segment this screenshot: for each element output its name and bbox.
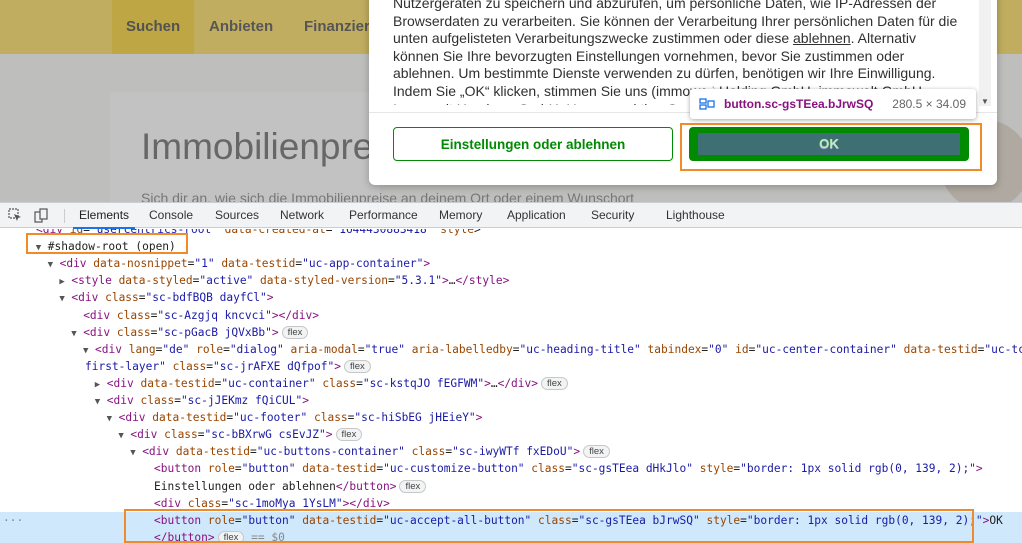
tab-lighthouse[interactable]: Lighthouse	[666, 203, 725, 228]
flex-badge[interactable]: flex	[344, 359, 371, 373]
dom-node[interactable]: <div class="sc-Azgjq kncvci"></div>	[0, 307, 1022, 324]
dom-node-selected[interactable]: <button role="button" data-testid="uc-ac…	[0, 511, 1022, 529]
dom-node[interactable]: ▼ <div lang="de" role="dialog" aria-modal…	[0, 341, 1022, 358]
scroll-down-arrow-icon[interactable]: ▼	[979, 96, 991, 108]
dom-node[interactable]: ▼ <div class="sc-bdfBQB dayfCl">	[0, 289, 1022, 306]
tab-network[interactable]: Network	[280, 203, 324, 228]
flex-badge[interactable]: flex	[335, 428, 363, 442]
inspect-element-icon[interactable]	[7, 208, 23, 223]
flex-badge[interactable]: flex	[281, 325, 309, 339]
flex-badge[interactable]: flex	[541, 376, 568, 390]
tab-memory[interactable]: Memory	[439, 203, 482, 228]
reject-link[interactable]: ablehnen	[793, 30, 851, 46]
flex-badge[interactable]: flex	[399, 479, 427, 493]
dom-node-content: <div class="sc-Azgjq kncvci"></div>	[83, 308, 319, 322]
dom-node[interactable]: ▼ <div data-nosnippet="1" data-testid="uc…	[0, 255, 1022, 272]
dom-node-content: </button> flex == $0	[154, 530, 285, 543]
tab-elements[interactable]: Elements	[72, 203, 136, 229]
dom-node[interactable]: first-layer" class="sc-jrAFXE dQfpof"> fl…	[0, 358, 1022, 375]
element-box-icon	[699, 98, 715, 110]
tab-console[interactable]: Console	[149, 203, 193, 228]
dom-node[interactable]: ▼ <div data-testid="uc-footer" class="sc-…	[0, 409, 1022, 426]
tooltip-selector: button.sc-gsTEea.bJrwSQ	[724, 97, 874, 111]
dom-node-content: first-layer" class="sc-jrAFXE dQfpof"> fl…	[85, 358, 371, 375]
tab-performance[interactable]: Performance	[349, 203, 418, 228]
accept-ok-button[interactable]: OK	[689, 127, 969, 161]
inspect-tooltip: button.sc-gsTEea.bJrwSQ 280.5 × 34.09	[690, 89, 976, 119]
dom-node[interactable]: Einstellungen oder ablehnen</button> flex	[0, 478, 1022, 495]
tab-application[interactable]: Application	[507, 203, 566, 228]
dom-node[interactable]: ▶ <div data-testid="uc-container" class="…	[0, 375, 1022, 392]
dom-node[interactable]: ▼ #shadow-root (open)	[0, 238, 1022, 255]
selected-node-marker: == $0	[244, 530, 285, 543]
dom-node[interactable]: ▼ <div class="sc-jJEKmz fQiCUL">	[0, 392, 1022, 409]
dom-node-content: Einstellungen oder ablehnen</button> flex	[142, 478, 427, 495]
dom-tree: <div id="usercentrics-root" data-created…	[0, 229, 1022, 543]
dom-node-content: <div id="usercentrics-root" data-created…	[36, 229, 481, 236]
settings-or-reject-button[interactable]: Einstellungen oder ablehnen	[393, 127, 673, 161]
tooltip-dimensions: 280.5 × 34.09	[892, 97, 966, 111]
flex-badge[interactable]: flex	[583, 445, 610, 459]
dom-node[interactable]: ▼ <div class="sc-pGacB jQVxBb"> flex	[0, 324, 1022, 341]
devtools-panel: Elements Console Sources Network Perform…	[0, 202, 1022, 543]
device-toolbar-icon[interactable]	[33, 208, 49, 223]
dom-node-content: <div class="sc-1moMya 1YsLM"></div>	[154, 496, 390, 510]
tab-security[interactable]: Security	[591, 203, 634, 228]
consent-scrollbar[interactable]	[979, 0, 991, 106]
tab-sources[interactable]: Sources	[215, 203, 259, 228]
dom-node[interactable]: ▼ <div data-testid="uc-buttons-container"…	[0, 443, 1022, 460]
dom-node[interactable]: ▶ <style data-styled="active" data-styled…	[0, 272, 1022, 289]
flex-badge[interactable]: flex	[217, 530, 245, 543]
toolbar-separator	[64, 209, 65, 223]
dom-node-selected[interactable]: </button> flex == $0	[0, 528, 1022, 543]
dom-node[interactable]: <div id="usercentrics-root" data-created…	[0, 229, 1022, 238]
dom-node[interactable]: ▼ <div class="sc-bBXrwG csEvJZ"> flex	[0, 426, 1022, 443]
dom-node[interactable]: <div class="sc-1moMya 1YsLM"></div>	[0, 495, 1022, 512]
dom-node[interactable]: <button role="button" data-testid="uc-cu…	[0, 460, 1022, 477]
dom-node-content: <button role="button" data-testid="uc-cu…	[154, 462, 983, 476]
dom-node-content: <button role="button" data-testid="uc-ac…	[154, 513, 1003, 527]
devtools-tabbar: Elements Console Sources Network Perform…	[0, 203, 1022, 229]
node-menu-dots-icon[interactable]: ···	[3, 512, 23, 529]
